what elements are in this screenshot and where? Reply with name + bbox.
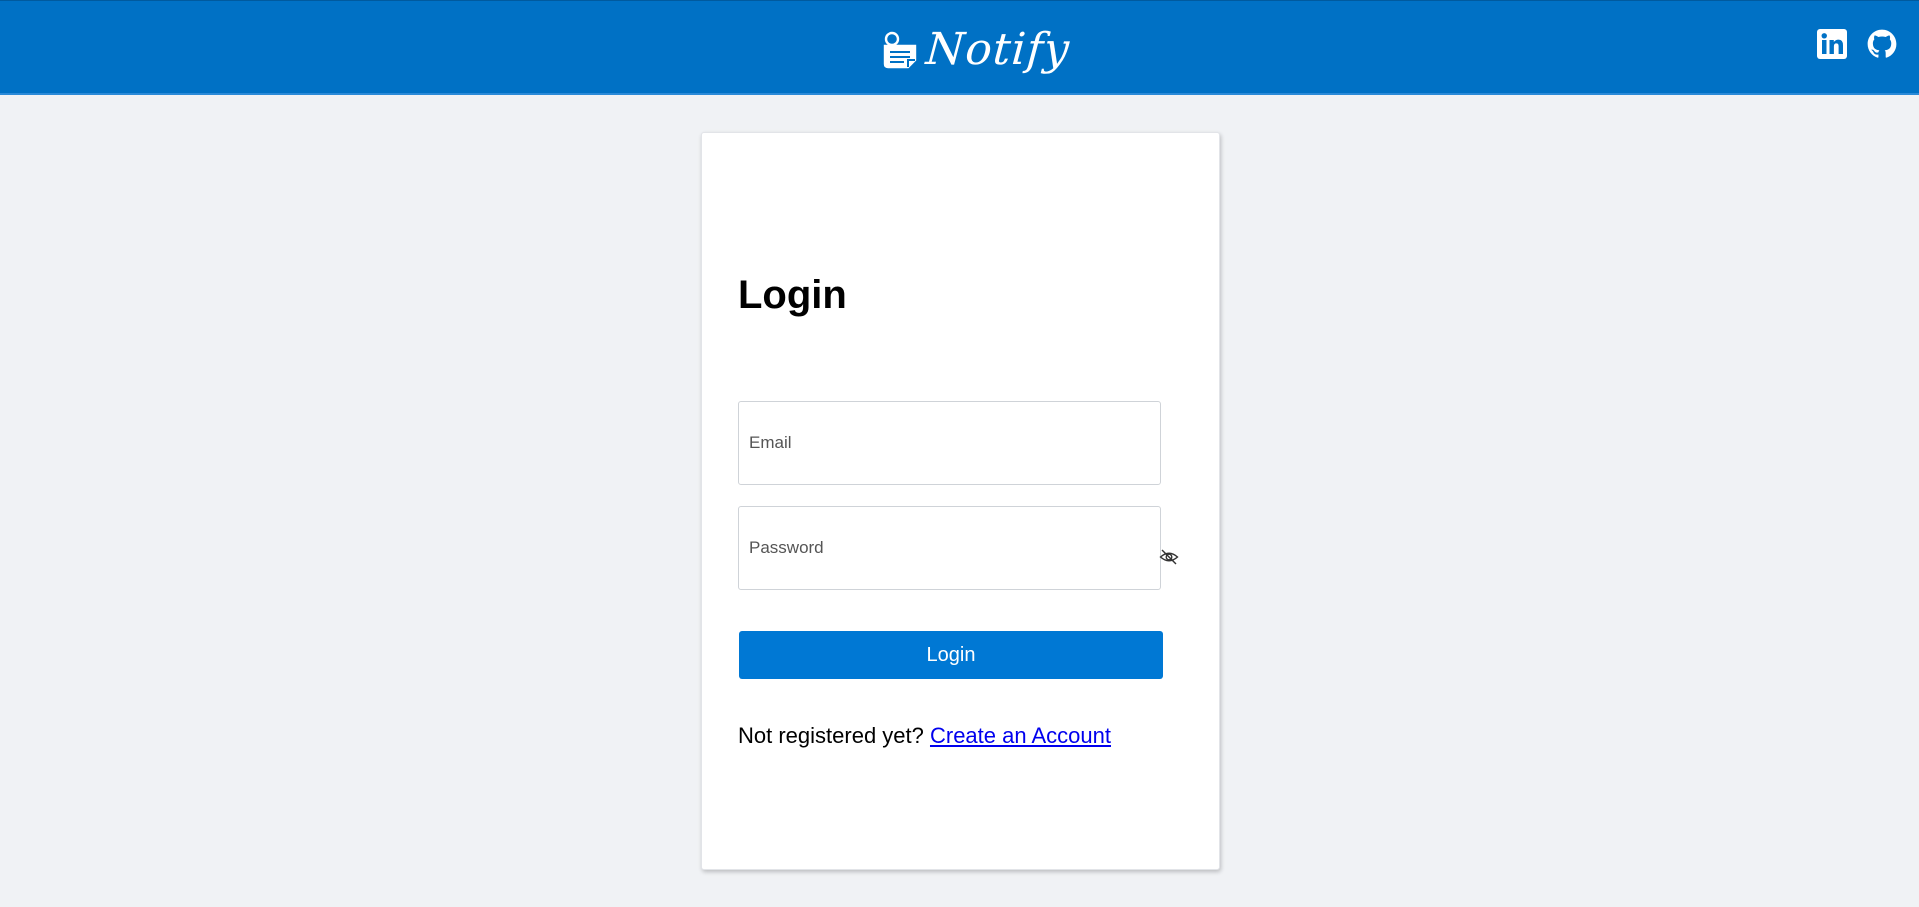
login-button[interactable]: Login <box>739 631 1163 679</box>
login-card: Login Login Not registered yet? Create a… <box>701 132 1220 870</box>
register-prompt: Not registered yet? Create an Account <box>738 723 1111 749</box>
github-icon[interactable] <box>1867 29 1897 59</box>
email-field[interactable] <box>738 401 1161 485</box>
eye-slash-icon[interactable] <box>1159 548 1179 566</box>
password-field[interactable] <box>738 506 1161 590</box>
linkedin-icon[interactable] <box>1817 29 1847 59</box>
notepad-icon <box>880 28 918 70</box>
social-links <box>1817 29 1897 59</box>
create-account-link[interactable]: Create an Account <box>930 723 1111 748</box>
brand[interactable]: Notify <box>880 19 1072 79</box>
register-prompt-text: Not registered yet? <box>738 723 930 748</box>
page-title: Login <box>738 273 847 317</box>
brand-name: Notify <box>924 23 1072 75</box>
top-header: Notify <box>0 0 1919 95</box>
